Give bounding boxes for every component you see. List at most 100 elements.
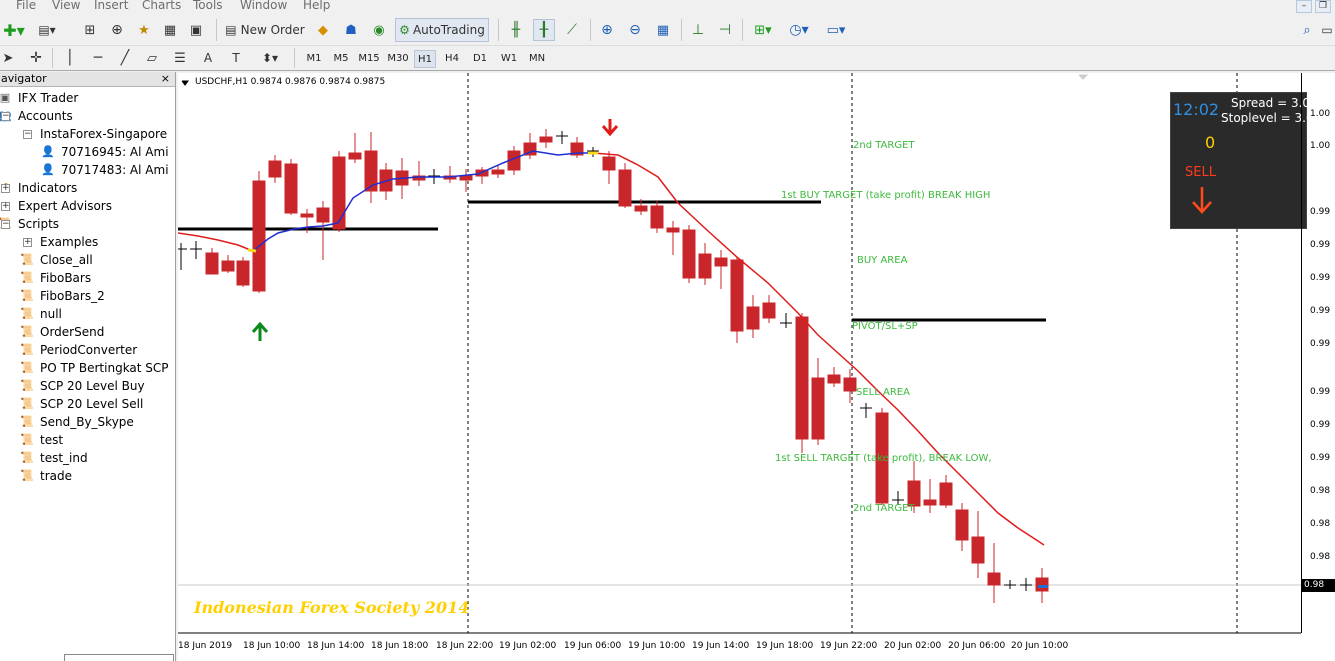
collapse-icon[interactable]: − (1, 220, 10, 229)
navigator-item-label: FiboBars_2 (40, 289, 105, 303)
new-chart-icon[interactable]: ✚▾ (0, 20, 28, 40)
menu-tools[interactable]: Tools (193, 0, 223, 12)
new-order-icon: ▤ (225, 23, 237, 37)
script-icon: 📜 (20, 451, 34, 464)
navigator-item[interactable]: ƒIndicators (0, 179, 77, 197)
price-chart[interactable] (178, 73, 1335, 661)
navigator-item[interactable]: ◈Expert Advisors (0, 197, 112, 215)
signals-icon[interactable]: ◉ (368, 20, 390, 40)
info-panel: 12:02 Spread = 3.0 Stoplevel = 3.0 0 SEL… (1170, 92, 1314, 229)
metaeditor-icon[interactable]: ◆ (312, 20, 334, 40)
community-icon[interactable]: ▭ (1320, 20, 1334, 40)
navigator-item[interactable]: ▮InstaForex-Singapore (20, 125, 167, 143)
text-icon[interactable]: A (200, 49, 216, 67)
experts-icon[interactable]: ☗ (340, 20, 362, 40)
navigator-item[interactable]: 📜 Send_By_Skype (20, 413, 134, 431)
menu-window[interactable]: Window (240, 0, 287, 12)
arrows-icon[interactable]: ⬍▾ (254, 49, 286, 67)
expand-icon[interactable]: + (1, 202, 10, 211)
minimize-button[interactable]: – (1296, 0, 1312, 13)
bearish-candle (221, 260, 235, 272)
menu-help[interactable]: Help (303, 0, 330, 12)
time-label: 20 Jun 02:00 (884, 641, 942, 651)
navigator-item[interactable]: 📜 SCP 20 Level Buy (20, 377, 144, 395)
bottom-panel-tab[interactable] (64, 654, 174, 661)
new-order-button[interactable]: ▤ New Order (224, 20, 306, 40)
collapse-icon[interactable]: − (1, 112, 10, 121)
search-icon[interactable]: ⌕ (1298, 20, 1316, 40)
time-label: 19 Jun 18:00 (756, 641, 814, 651)
menu-view[interactable]: View (52, 0, 80, 12)
navigator-item[interactable]: 📜 null (20, 305, 62, 323)
restore-button[interactable]: ❐ (1315, 0, 1331, 13)
timeframe-m15[interactable]: M15 (356, 50, 382, 68)
expand-icon[interactable]: + (1, 184, 10, 193)
time-label: 18 Jun 22:00 (436, 641, 494, 651)
timeframe-m1[interactable]: M1 (302, 50, 326, 68)
timeframe-h1[interactable]: H1 (414, 50, 436, 68)
bearish-candle (491, 169, 505, 175)
autotrading-button[interactable]: ⚙ AutoTrading (395, 18, 489, 42)
text-label-icon[interactable]: T (228, 49, 244, 67)
navigator-item[interactable]: 📜 test (20, 431, 63, 449)
templates-icon[interactable]: ▭▾ (820, 20, 852, 40)
ma-crossover-marker (247, 248, 257, 253)
tester-icon[interactable]: ▣ (186, 20, 206, 40)
navigator-item[interactable]: 📜 OrderSend (20, 323, 104, 341)
data-window-icon[interactable]: ⊕ (107, 20, 127, 40)
candlestick-chart-icon[interactable]: ╂ (533, 19, 555, 41)
navigator-item[interactable]: 📜 trade (20, 467, 72, 485)
timeframe-m30[interactable]: M30 (385, 50, 411, 68)
navigator-item[interactable]: 📜 test_ind (20, 449, 87, 467)
navigator-item[interactable]: 👤 70717483: Al Ami (41, 161, 168, 179)
navigator-item[interactable]: ▣ IFX Trader (0, 89, 78, 107)
time-label: 18 Jun 2019 (178, 641, 233, 651)
menu-insert[interactable]: Insert (94, 0, 128, 12)
fibonacci-icon[interactable]: ☰ (172, 49, 188, 67)
profiles-icon[interactable]: ▤▾ (34, 20, 60, 40)
timeframe-w1[interactable]: W1 (497, 50, 521, 68)
navigator-item[interactable]: 👥Accounts (0, 107, 73, 125)
annotation-buy-area: BUY AREA (857, 255, 908, 266)
bar-chart-icon[interactable]: ╫ (505, 20, 527, 40)
timeframe-mn[interactable]: MN (525, 50, 549, 68)
zoom-in-icon[interactable]: ⊕ (596, 20, 618, 40)
market-watch-icon[interactable]: ⊞ (80, 20, 100, 40)
crosshair-icon[interactable]: ✛ (28, 49, 44, 67)
expand-icon[interactable]: + (23, 238, 32, 247)
chart-shift-icon[interactable]: ⊣ (714, 20, 736, 40)
navigator-item[interactable]: 📜 PeriodConverter (20, 341, 137, 359)
auto-scroll-icon[interactable]: ⊥ (687, 20, 709, 40)
timeframe-m5[interactable]: M5 (329, 50, 353, 68)
line-chart-icon[interactable]: ⟋ (561, 20, 583, 40)
navigator-item[interactable]: 📜 FiboBars (20, 269, 91, 287)
bearish-candle (236, 260, 250, 286)
tile-windows-icon[interactable]: ▦ (652, 20, 674, 40)
navigator-item-label: null (40, 307, 62, 321)
timeframe-d1[interactable]: D1 (469, 50, 491, 68)
menu-charts[interactable]: Charts (142, 0, 181, 12)
trendline-icon[interactable]: ╱ (117, 49, 133, 67)
zoom-out-icon[interactable]: ⊖ (624, 20, 646, 40)
ma-slow-line (178, 232, 254, 252)
navigator-close-icon[interactable]: × (161, 72, 170, 86)
horizontal-line-icon[interactable]: ─ (90, 49, 106, 67)
channel-icon[interactable]: ▱ (144, 49, 160, 67)
cursor-icon[interactable]: ➤ (0, 49, 16, 67)
vertical-line-icon[interactable]: │ (62, 49, 78, 67)
navigator-icon[interactable]: ★ (134, 20, 154, 40)
periods-icon[interactable]: ◷▾ (784, 20, 814, 40)
navigator-item[interactable]: 📜 Close_all (20, 251, 93, 269)
chart-window[interactable]: USDCHF,H1 0.9874 0.9876 0.9874 0.9875 2n… (178, 73, 1335, 661)
navigator-item[interactable]: 📜 SCP 20 Level Sell (20, 395, 143, 413)
navigator-item[interactable]: 📜 FiboBars_2 (20, 287, 105, 305)
navigator-item[interactable]: 📜 PO TP Bertingkat SCP (20, 359, 168, 377)
main-toolbar: ✚▾ ▤▾ ⊞ ⊕ ★ ▦ ▣ ▤ New Order ◆ ☗ ◉ ⚙ Auto… (0, 15, 1335, 46)
timeframe-h4[interactable]: H4 (441, 50, 463, 68)
collapse-icon[interactable]: − (23, 130, 32, 139)
terminal-icon[interactable]: ▦ (160, 20, 180, 40)
navigator-item[interactable]: 👤 70716945: Al Ami (41, 143, 168, 161)
menu-file[interactable]: File (16, 0, 36, 12)
indicators-list-icon[interactable]: ⊞▾ (748, 20, 778, 40)
price-tick: 0.99 (1310, 207, 1331, 217)
